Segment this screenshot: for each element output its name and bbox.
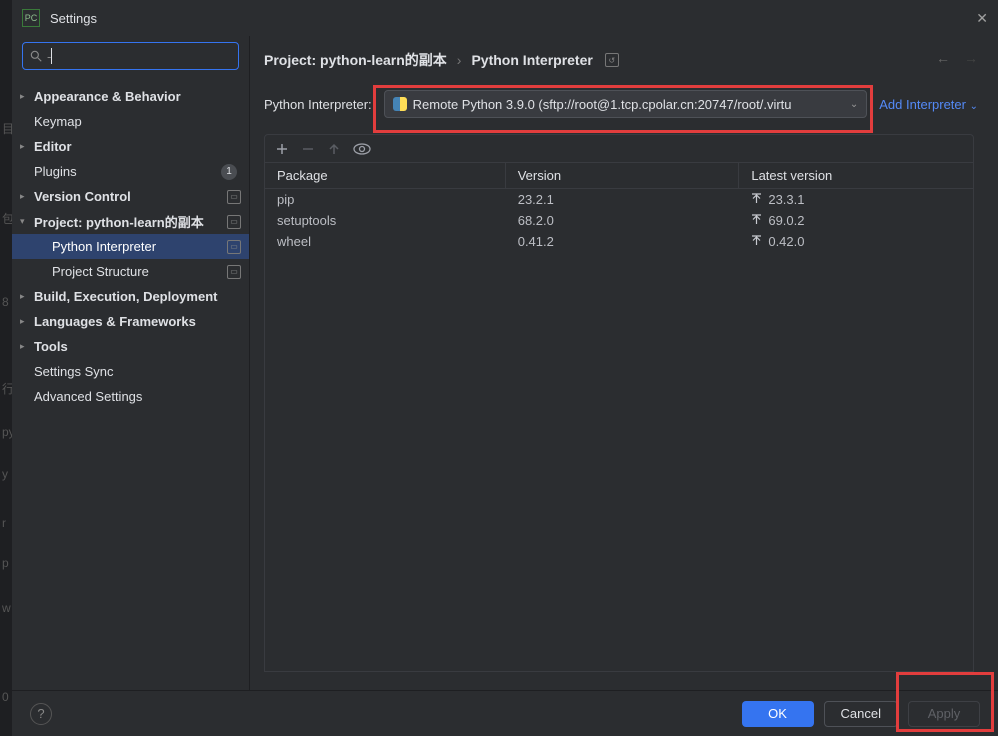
tree-label: Tools: [34, 339, 241, 354]
dialog-footer: ? OK Cancel Apply: [12, 690, 998, 736]
nav-arrows: ← →: [936, 50, 978, 66]
tree-node-plugins[interactable]: Plugins1: [12, 159, 249, 184]
pkg-latest: 69.0.2: [739, 213, 973, 228]
breadcrumb-project: Project: python-learn的副本: [264, 50, 447, 70]
pkg-name: wheel: [265, 234, 506, 249]
col-version[interactable]: Version: [506, 163, 740, 188]
add-interpreter-link[interactable]: Add Interpreter ⌄: [879, 97, 978, 112]
titlebar: PC Settings ✕: [12, 0, 998, 36]
pkg-name: pip: [265, 192, 506, 207]
chevron-right-icon: ▸: [20, 316, 30, 327]
window-title: Settings: [50, 11, 97, 26]
show-early-releases-icon[interactable]: [353, 142, 371, 156]
tree-node-tools[interactable]: ▸ Tools: [12, 334, 249, 359]
project-scope-icon: ▭: [227, 215, 241, 229]
settings-sidebar: - ▸ Appearance & Behavior Keymap ▸ Editor Plu…: [12, 36, 250, 690]
breadcrumb-page: Python Interpreter: [471, 52, 592, 68]
tree-label: Build, Execution, Deployment: [34, 289, 241, 304]
badge: 1: [221, 164, 237, 180]
pkg-latest: 0.42.0: [739, 234, 973, 249]
col-latest[interactable]: Latest version: [739, 163, 973, 188]
python-icon: [393, 97, 407, 111]
pkg-latest: 23.3.1: [739, 192, 973, 207]
chevron-down-icon: ▾: [20, 216, 30, 227]
tree-node-python-interpreter[interactable]: Python Interpreter▭: [12, 234, 249, 259]
tree-node-settings-sync[interactable]: Settings Sync: [12, 359, 249, 384]
tree-label: Appearance & Behavior: [34, 89, 241, 104]
tree-label: Project Structure: [52, 264, 227, 279]
tree-label: Version Control: [34, 189, 227, 204]
pkg-name: setuptools: [265, 213, 506, 228]
tree-node-project-structure[interactable]: Project Structure▭: [12, 259, 249, 284]
tree-node-version-control[interactable]: ▸ Version Control▭: [12, 184, 249, 209]
tree-node-project-python-learn-[interactable]: ▾ Project: python-learn的副本▭: [12, 209, 249, 234]
packages-panel: Package Version Latest version pip23.2.1…: [264, 134, 974, 672]
search-icon: [29, 49, 43, 63]
breadcrumb: Project: python-learn的副本 › Python Interp…: [264, 50, 978, 70]
app-icon: PC: [22, 9, 40, 27]
tree-node-advanced-settings[interactable]: Advanced Settings: [12, 384, 249, 409]
search-input[interactable]: [52, 49, 232, 64]
forward-icon: →: [964, 50, 978, 66]
tree-node-editor[interactable]: ▸ Editor: [12, 134, 249, 159]
close-icon[interactable]: ✕: [976, 10, 988, 27]
tree-label: Editor: [34, 139, 241, 154]
settings-search[interactable]: -: [22, 42, 239, 70]
upgrade-available-icon: [751, 193, 762, 204]
package-row-setuptools[interactable]: setuptools68.2.069.0.2: [265, 210, 973, 231]
project-scope-icon: ▭: [227, 240, 241, 254]
chevron-right-icon: ▸: [20, 341, 30, 352]
tree-node-languages-frameworks[interactable]: ▸ Languages & Frameworks: [12, 309, 249, 334]
settings-main: Project: python-learn的副本 › Python Interp…: [250, 36, 998, 690]
tree-label: Settings Sync: [34, 364, 241, 379]
upgrade-package-icon: [327, 142, 341, 156]
interpreter-value: Remote Python 3.9.0 (sftp://root@1.tcp.c…: [413, 97, 844, 112]
help-icon[interactable]: ?: [30, 703, 52, 725]
ok-button[interactable]: OK: [742, 701, 814, 727]
col-package[interactable]: Package: [265, 163, 506, 188]
pkg-version: 23.2.1: [506, 192, 740, 207]
upgrade-available-icon: [751, 235, 762, 246]
tree-node-appearance-behavior[interactable]: ▸ Appearance & Behavior: [12, 84, 249, 109]
chevron-right-icon: ▸: [20, 291, 30, 302]
pkg-version: 0.41.2: [506, 234, 740, 249]
reset-icon[interactable]: ↺: [605, 53, 619, 67]
tree-label: Languages & Frameworks: [34, 314, 241, 329]
project-scope-icon: ▭: [227, 265, 241, 279]
tree-label: Python Interpreter: [52, 239, 227, 254]
background-ide-strip: 目包8 行pyy rpw 0: [0, 0, 12, 736]
tree-node-keymap[interactable]: Keymap: [12, 109, 249, 134]
chevron-right-icon: ›: [457, 52, 462, 68]
settings-dialog: PC Settings ✕ - ▸ Appearance & Behavior Ke…: [12, 0, 998, 736]
pkg-version: 68.2.0: [506, 213, 740, 228]
interpreter-label: Python Interpreter:: [264, 97, 372, 112]
package-row-pip[interactable]: pip23.2.123.3.1: [265, 189, 973, 210]
remove-package-icon: [301, 142, 315, 156]
project-scope-icon: ▭: [227, 190, 241, 204]
interpreter-dropdown[interactable]: Remote Python 3.9.0 (sftp://root@1.tcp.c…: [384, 90, 868, 118]
add-package-icon[interactable]: [275, 142, 289, 156]
cancel-button[interactable]: Cancel: [824, 701, 898, 727]
package-row-wheel[interactable]: wheel0.41.20.42.0: [265, 231, 973, 252]
settings-tree: ▸ Appearance & Behavior Keymap ▸ Editor Plugi…: [12, 80, 249, 690]
tree-label: Project: python-learn的副本: [34, 212, 227, 231]
packages-header: Package Version Latest version: [265, 163, 973, 189]
tree-node-build-execution-deployment[interactable]: ▸ Build, Execution, Deployment: [12, 284, 249, 309]
chevron-right-icon: ▸: [20, 191, 30, 202]
chevron-right-icon: ▸: [20, 141, 30, 152]
packages-body: pip23.2.123.3.1setuptools68.2.069.0.2whe…: [265, 189, 973, 252]
chevron-down-icon: ⌄: [850, 99, 858, 110]
apply-button: Apply: [908, 701, 980, 727]
tree-label: Advanced Settings: [34, 389, 241, 404]
tree-label: Keymap: [34, 114, 241, 129]
tree-label: Plugins: [34, 164, 221, 179]
upgrade-available-icon: [751, 214, 762, 225]
packages-toolbar: [265, 135, 973, 163]
back-icon[interactable]: ←: [936, 50, 950, 66]
chevron-right-icon: ▸: [20, 91, 30, 102]
